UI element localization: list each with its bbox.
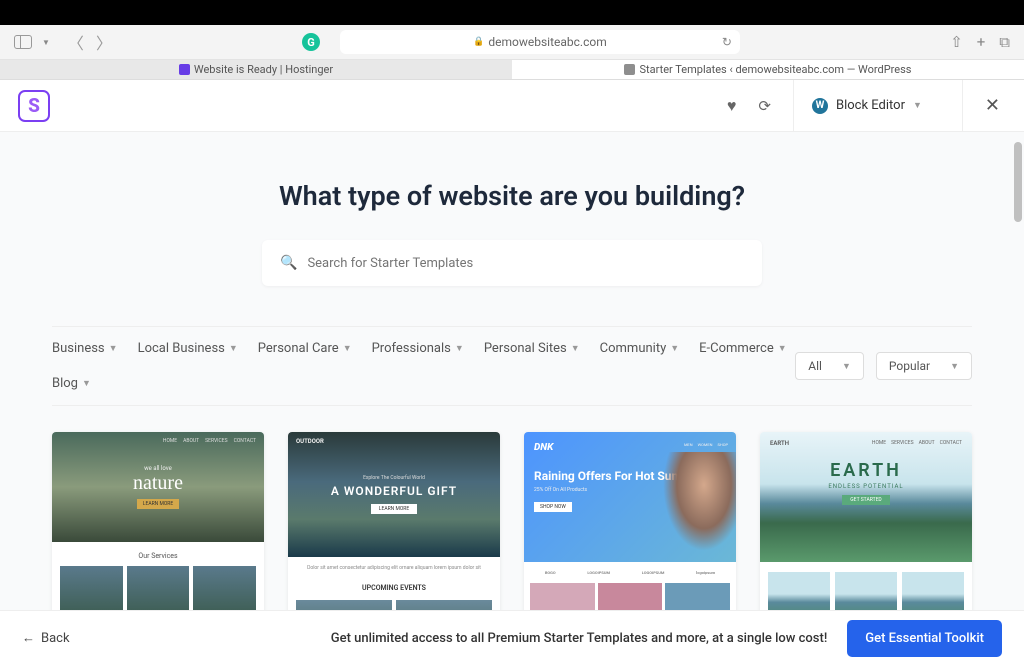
filter-row: Business▼ Local Business▼ Personal Care▼… xyxy=(52,326,972,406)
browser-tab-2[interactable]: Starter Templates ‹ demowebsiteabc.com —… xyxy=(512,60,1024,79)
lock-icon: 🔒 xyxy=(473,37,484,47)
share-icon[interactable]: ⇧ xyxy=(950,33,963,51)
editor-label: Block Editor xyxy=(836,98,905,113)
main-content: What type of website are you building? 🔍… xyxy=(0,132,1024,640)
search-icon: 🔍 xyxy=(280,255,297,271)
address-bar[interactable]: 🔒 demowebsiteabc.com ↻ xyxy=(340,30,740,54)
scrollbar-thumb[interactable] xyxy=(1014,142,1022,222)
tabs-overview-icon[interactable]: ⧉ xyxy=(999,33,1010,51)
template-card-nature[interactable]: HOMEABOUTSERVICESCONTACT we all love nat… xyxy=(52,432,264,640)
favorites-icon[interactable]: ♥ xyxy=(727,96,737,116)
editor-dropdown[interactable]: W Block Editor ▼ xyxy=(793,80,940,132)
sync-icon[interactable]: ⟳ xyxy=(758,97,771,115)
filter-sort-dropdown[interactable]: Popular▼ xyxy=(876,352,972,380)
template-card-outdoor[interactable]: OUTDOOR Explore The Colourful World A WO… xyxy=(288,432,500,640)
close-button[interactable]: ✕ xyxy=(962,80,1006,132)
url-text: demowebsiteabc.com xyxy=(488,35,606,49)
refresh-icon[interactable]: ↻ xyxy=(722,35,732,49)
promo-text: Get unlimited access to all Premium Star… xyxy=(331,631,828,646)
category-personal-care[interactable]: Personal Care▼ xyxy=(258,341,352,356)
category-personal-sites[interactable]: Personal Sites▼ xyxy=(484,341,580,356)
footer-bar: ← Back Get unlimited access to all Premi… xyxy=(0,610,1024,665)
new-tab-icon[interactable]: + xyxy=(977,33,986,51)
wordpress-icon: W xyxy=(812,98,828,114)
category-business[interactable]: Business▼ xyxy=(52,341,118,356)
get-toolkit-button[interactable]: Get Essential Toolkit xyxy=(847,620,1002,657)
category-community[interactable]: Community▼ xyxy=(600,341,680,356)
wp-favicon xyxy=(624,64,635,75)
browser-tab-1[interactable]: Website is Ready | Hostinger xyxy=(0,60,512,79)
category-professionals[interactable]: Professionals▼ xyxy=(372,341,464,356)
template-card-dnk[interactable]: DNK MENWOMENSHOP Raining Offers For Hot … xyxy=(524,432,736,640)
back-label: Back xyxy=(41,631,70,646)
nav-back-button[interactable]: 〈 xyxy=(68,30,84,54)
tab-title: Starter Templates ‹ demowebsiteabc.com —… xyxy=(639,63,911,76)
template-card-earth[interactable]: EARTH HOMESERVICESABOUTCONTACT EARTH END… xyxy=(760,432,972,640)
filter-all-dropdown[interactable]: All▼ xyxy=(795,352,864,380)
browser-toolbar: ▼ 〈 〉 G 🔒 demowebsiteabc.com ↻ ⇧ + ⧉ xyxy=(0,25,1024,60)
category-local-business[interactable]: Local Business▼ xyxy=(138,341,238,356)
browser-tab-bar: Website is Ready | Hostinger Starter Tem… xyxy=(0,60,1024,80)
hostinger-favicon xyxy=(179,64,190,75)
window-black-bar xyxy=(0,0,1024,25)
category-ecommerce[interactable]: E-Commerce▼ xyxy=(699,341,786,356)
page-title: What type of website are you building? xyxy=(52,180,972,212)
starter-templates-logo[interactable]: S xyxy=(18,90,50,122)
grammarly-icon[interactable]: G xyxy=(302,33,320,51)
scrollbar[interactable] xyxy=(1014,132,1022,640)
nav-forward-button[interactable]: 〉 xyxy=(96,30,112,54)
templates-grid: HOMEABOUTSERVICESCONTACT we all love nat… xyxy=(52,432,972,640)
category-list: Business▼ Local Business▼ Personal Care▼… xyxy=(52,341,795,391)
tab-title: Website is Ready | Hostinger xyxy=(194,63,333,76)
app-header: S ♥ ⟳ W Block Editor ▼ ✕ xyxy=(0,80,1024,132)
category-blog[interactable]: Blog▼ xyxy=(52,376,91,391)
arrow-left-icon: ← xyxy=(22,630,35,646)
back-button[interactable]: ← Back xyxy=(22,630,70,646)
chevron-down-icon: ▼ xyxy=(913,100,922,111)
search-box[interactable]: 🔍 xyxy=(262,240,762,286)
search-input[interactable] xyxy=(307,256,744,271)
chevron-down-icon[interactable]: ▼ xyxy=(42,38,50,47)
sidebar-toggle-icon[interactable] xyxy=(14,35,32,49)
